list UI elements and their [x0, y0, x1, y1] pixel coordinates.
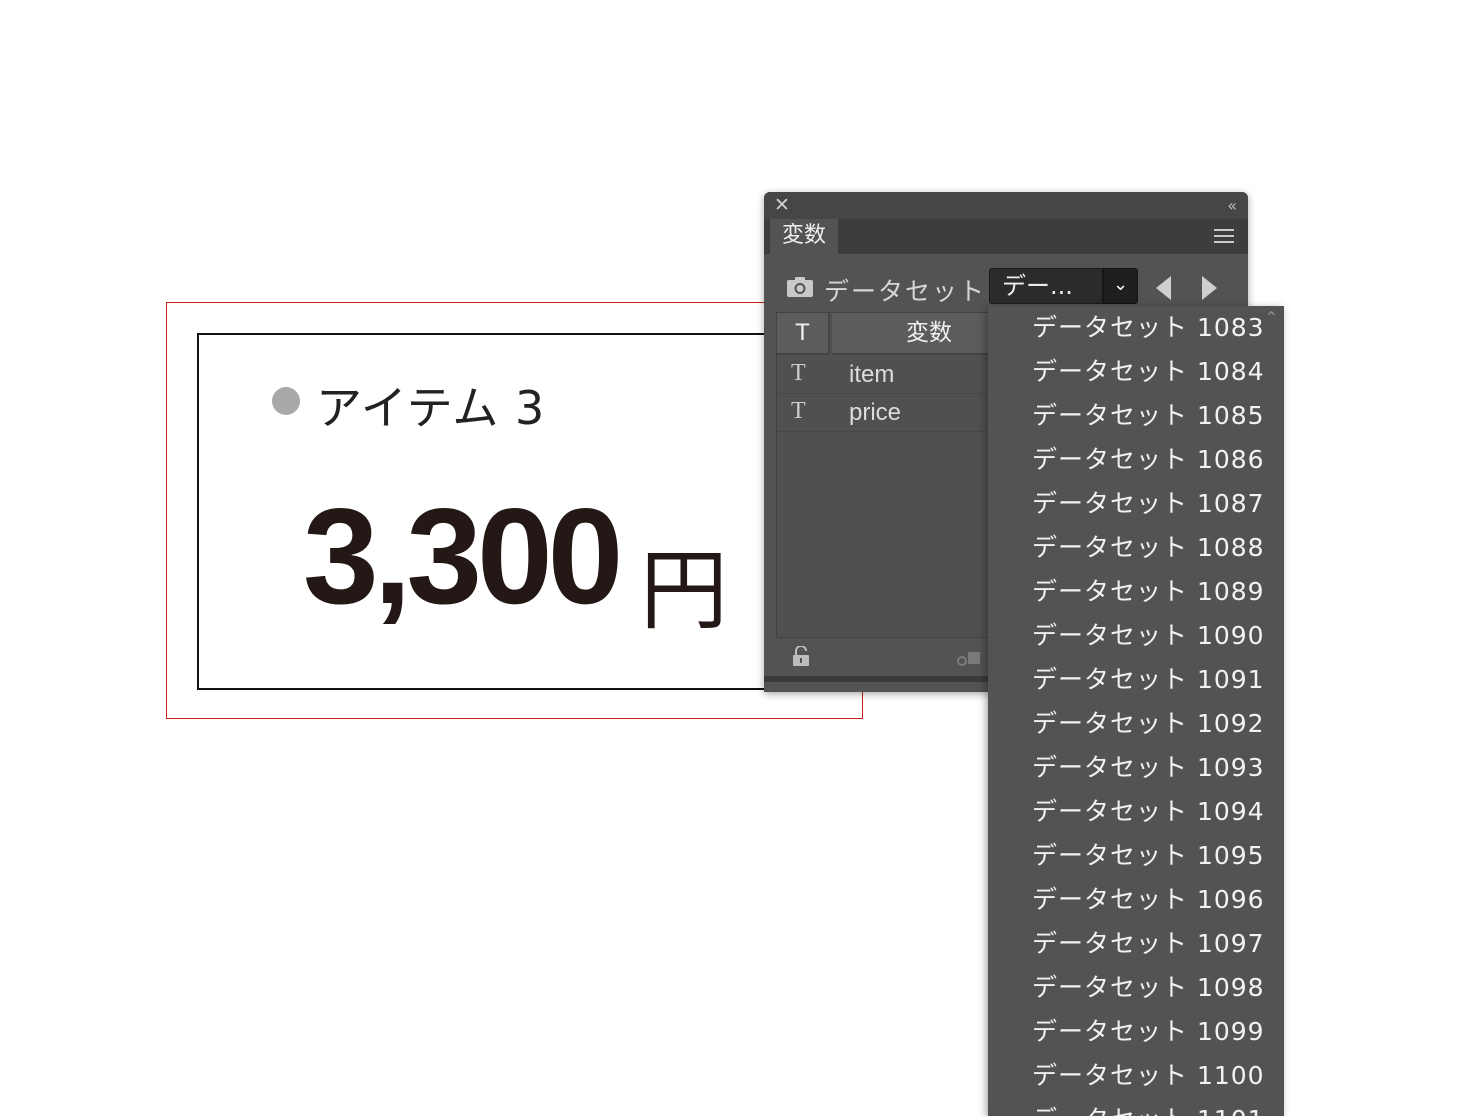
- scroll-up-icon[interactable]: ⌃: [1265, 308, 1278, 327]
- dropdown-option[interactable]: データセット 1086: [1032, 438, 1265, 482]
- dropdown-option[interactable]: データセット 1088: [1032, 526, 1265, 570]
- text-variable-icon: T: [791, 398, 806, 424]
- panel-menu-icon[interactable]: [1214, 229, 1234, 245]
- variable-name: item: [849, 361, 895, 388]
- previous-arrow-icon[interactable]: [1156, 276, 1171, 300]
- panel-title-bar: ✕ ‹‹: [764, 192, 1248, 219]
- dropdown-option[interactable]: データセット 1091: [1032, 658, 1265, 702]
- panel-tab-bar: 変数: [764, 219, 1248, 254]
- column-header-type[interactable]: T: [777, 313, 830, 355]
- dataset-label: データセット :: [824, 277, 1007, 306]
- text-variable-icon: T: [791, 360, 806, 386]
- dropdown-option[interactable]: データセット 1089: [1032, 570, 1265, 614]
- dropdown-option[interactable]: データセット 1084: [1032, 350, 1265, 394]
- close-icon[interactable]: ✕: [774, 195, 790, 215]
- collapse-icon[interactable]: ‹‹: [1227, 196, 1237, 215]
- dropdown-option[interactable]: データセット 1097: [1032, 922, 1265, 966]
- dataset-dropdown-list[interactable]: ⌃ データセット 1083 データセット 1084 データセット 1085 デー…: [988, 306, 1284, 1116]
- tab-variables[interactable]: 変数: [770, 219, 838, 254]
- variable-name: price: [849, 399, 902, 426]
- chevron-down-icon[interactable]: ⌄: [1103, 268, 1138, 304]
- price-value-text[interactable]: 3,300: [303, 478, 623, 634]
- bullet-dot: [272, 387, 300, 415]
- dropdown-option[interactable]: データセット 1092: [1032, 702, 1265, 746]
- dropdown-option[interactable]: データセット 1083: [1032, 306, 1265, 350]
- settings-icon[interactable]: [954, 648, 984, 668]
- dropdown-option[interactable]: データセット 1087: [1032, 482, 1265, 526]
- dropdown-option[interactable]: データセット 1100: [1032, 1054, 1265, 1098]
- dropdown-option[interactable]: データセット 1085: [1032, 394, 1265, 438]
- dropdown-option[interactable]: データセット 1098: [1032, 966, 1265, 1010]
- price-unit-text[interactable]: 円: [640, 520, 728, 647]
- dropdown-option[interactable]: データセット 1093: [1032, 746, 1265, 790]
- dropdown-option[interactable]: データセット 1095: [1032, 834, 1265, 878]
- item-name-text[interactable]: アイテム 3: [316, 372, 545, 438]
- dropdown-option[interactable]: データセット 1090: [1032, 614, 1265, 658]
- next-arrow-icon[interactable]: [1202, 276, 1217, 300]
- camera-icon[interactable]: [786, 276, 814, 298]
- dropdown-option[interactable]: データセット 1096: [1032, 878, 1265, 922]
- lock-icon[interactable]: [792, 646, 810, 666]
- dropdown-option[interactable]: データセット 1099: [1032, 1010, 1265, 1054]
- dropdown-option[interactable]: データセット 1101: [1032, 1098, 1265, 1116]
- dataset-select[interactable]: デー...: [989, 268, 1103, 304]
- dropdown-option[interactable]: データセット 1094: [1032, 790, 1265, 834]
